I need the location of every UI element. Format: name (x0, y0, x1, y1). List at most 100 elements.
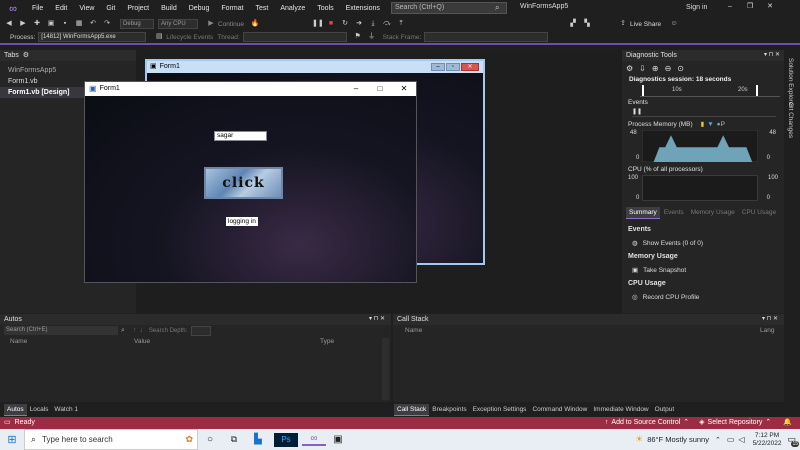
chevron-up-icon[interactable]: ⌃ (683, 417, 689, 429)
tab-watch-1[interactable]: Watch 1 (51, 404, 81, 415)
search-icon[interactable]: ⌕ (121, 327, 125, 335)
step-into-icon[interactable]: ⤓ (368, 19, 378, 29)
minimize-icon[interactable]: – (431, 63, 445, 71)
timeline-start-marker[interactable] (642, 85, 644, 96)
zoom-in-icon[interactable]: ⊕ (652, 64, 659, 73)
menu-analyze[interactable]: Analyze (274, 0, 311, 17)
tab-command-window[interactable]: Command Window (529, 404, 590, 415)
continue-button[interactable]: Continue (218, 21, 244, 28)
reset-zoom-icon[interactable]: ⊙ (677, 64, 684, 73)
taskbar-search-box[interactable]: ⌕ Type here to search ✿ (24, 429, 198, 450)
lifecycle-events-select[interactable]: Lifecycle Events (166, 34, 213, 41)
cpu-header[interactable]: CPU (% of all processors) (622, 164, 784, 173)
column-lang[interactable]: Lang (760, 327, 774, 334)
back-icon[interactable]: ◀ (4, 19, 14, 29)
menu-format[interactable]: Format (215, 0, 249, 17)
platform-select[interactable]: Any CPU (158, 19, 198, 29)
solution-explorer-tab[interactable]: Solution Explorer (787, 58, 794, 108)
weather-text[interactable]: 86°F Mostly sunny (647, 435, 709, 444)
click-button[interactable]: click (204, 167, 283, 199)
network-icon[interactable]: ▭ (727, 435, 735, 444)
ide-search-input[interactable]: Search (Ctrl+Q) (391, 2, 507, 14)
memory-header[interactable]: Process Memory (MB) (628, 121, 693, 128)
tab-memory-usage[interactable]: Memory Usage (688, 207, 738, 218)
close-icon[interactable]: ✕ (392, 82, 416, 96)
config-select[interactable]: Debug (120, 19, 154, 29)
chevron-up-icon[interactable]: ⌃ (715, 436, 721, 444)
flag-icon[interactable]: ⚑ (353, 32, 363, 42)
save-all-icon[interactable]: ▦ (74, 19, 84, 29)
visual-studio-app-icon[interactable]: ∞ (302, 433, 326, 446)
windows-start-icon[interactable]: ⊞ (0, 433, 24, 446)
stack-frame-select[interactable] (424, 32, 549, 42)
tab-cpu-usage[interactable]: CPU Usage (739, 207, 779, 218)
record-cpu-link[interactable]: Record CPU Profile (643, 291, 700, 305)
volume-icon[interactable]: ◁ (738, 435, 744, 444)
forward-icon[interactable]: ▶ (18, 19, 28, 29)
maximize-icon[interactable]: ❐ (740, 2, 760, 10)
menu-project[interactable]: Project (121, 0, 155, 17)
panel-options-icon[interactable]: ▾ ⊓ ✕ (762, 314, 778, 325)
tab-locals[interactable]: Locals (27, 404, 52, 415)
notifications-icon[interactable]: 🔔 (783, 417, 792, 429)
cpu-chart[interactable] (642, 175, 758, 201)
menu-extensions[interactable]: Extensions (340, 0, 386, 17)
process-select[interactable]: [14812] WinFormsApp5.exe (38, 32, 147, 42)
redo-icon[interactable]: ↷ (102, 19, 112, 29)
select-repository-button[interactable]: Select Repository (708, 417, 763, 429)
events-header[interactable]: Events (622, 97, 784, 106)
tab-events[interactable]: Events (661, 207, 687, 218)
record-cpu-row[interactable]: ◎ Record CPU Profile (628, 291, 784, 305)
panel-options-icon[interactable]: ▾ ⊓ ✕ (764, 50, 780, 61)
restart-icon[interactable]: ↻ (340, 19, 350, 29)
photos-app-icon[interactable]: ▙ (246, 434, 270, 445)
live-share-button[interactable]: Live Share (630, 21, 661, 28)
close-icon[interactable]: ✕ (760, 2, 780, 10)
chevron-up-icon[interactable]: ⌃ (765, 417, 771, 429)
minimize-icon[interactable]: – (720, 3, 740, 10)
open-icon[interactable]: ▣ (46, 19, 56, 29)
tab-autos[interactable]: Autos (4, 403, 27, 416)
column-value[interactable]: Value (134, 338, 150, 345)
menu-debug[interactable]: Debug (183, 0, 216, 17)
arrow-down-icon[interactable]: ↓ (139, 327, 143, 334)
zoom-out-icon[interactable]: ⊖ (665, 64, 672, 73)
menu-edit[interactable]: Edit (49, 0, 73, 17)
menu-git[interactable]: Git (100, 0, 121, 17)
git-changes-tab[interactable]: Git Changes (787, 102, 794, 138)
step-over-icon[interactable]: ⤼ (382, 19, 392, 29)
filter-icon[interactable]: ⏚ (367, 32, 377, 42)
tab-call-stack[interactable]: Call Stack (394, 403, 430, 416)
hot-reload-icon[interactable]: 🔥 (250, 19, 260, 29)
menu-build[interactable]: Build (155, 0, 183, 17)
cortana-icon[interactable]: ○ (198, 434, 222, 445)
gear-icon[interactable]: ⚙ (23, 50, 29, 61)
step-out-icon[interactable]: ⤒ (396, 19, 406, 29)
undo-icon[interactable]: ↶ (88, 19, 98, 29)
menu-test[interactable]: Test (250, 0, 275, 17)
take-snapshot-link[interactable]: Take Snapshot (643, 264, 686, 278)
autos-scrollbar[interactable] (382, 338, 389, 400)
tab-immediate-window[interactable]: Immediate Window (590, 404, 651, 415)
settings-icon[interactable]: ⚙ (626, 64, 633, 73)
arrow-up-icon[interactable]: ↑ (133, 327, 137, 334)
thread-select[interactable] (242, 32, 347, 42)
search-depth-select[interactable] (191, 325, 212, 336)
new-item-icon[interactable]: ✚ (32, 19, 42, 29)
autos-search-input[interactable]: Search (Ctrl+E) (4, 326, 118, 335)
tab-summary[interactable]: Summary (626, 206, 660, 219)
export-icon[interactable]: ⇩ (639, 64, 646, 73)
tab-output[interactable]: Output (652, 404, 678, 415)
add-source-control-button[interactable]: Add to Source Control (611, 417, 680, 429)
show-events-row[interactable]: ◍ Show Events (0 of 0) (628, 237, 784, 251)
taskbar-search-input[interactable]: Type here to search (42, 435, 113, 444)
column-name[interactable]: Name (405, 327, 422, 334)
tab-exception-settings[interactable]: Exception Settings (470, 404, 530, 415)
take-snapshot-row[interactable]: ▣ Take Snapshot (628, 264, 784, 278)
photoshop-app-icon[interactable]: Ps (274, 432, 298, 447)
live-share-icon[interactable]: ⇪ (618, 19, 628, 29)
layout-icon[interactable]: ▞ (568, 19, 578, 29)
tab-breakpoints[interactable]: Breakpoints (429, 404, 469, 415)
search-highlight-icon[interactable]: ✿ (185, 434, 193, 445)
feedback-icon[interactable]: ☺ (669, 19, 679, 29)
